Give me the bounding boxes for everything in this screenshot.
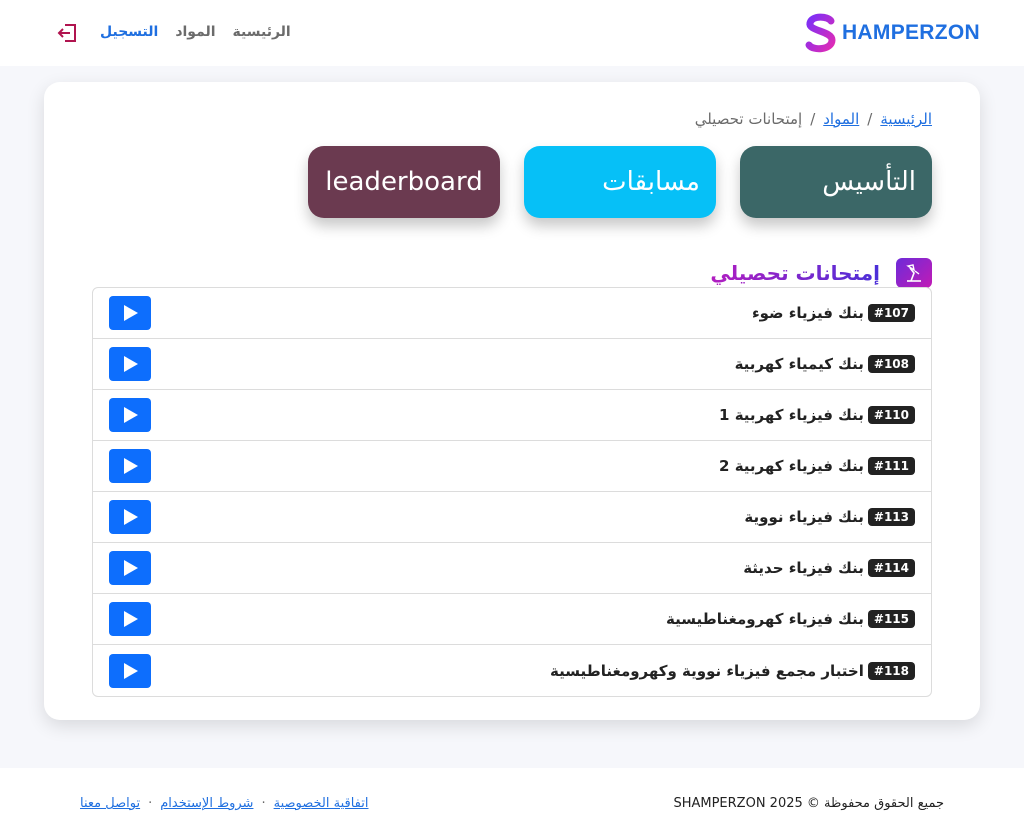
play-button[interactable] (109, 296, 151, 330)
brand-s-logo-icon (805, 13, 836, 53)
footer: جميع الحقوق محفوظة © SHAMPERZON 2025 اتف… (0, 768, 1024, 840)
section-header: إمتحانات تحصيلي (710, 258, 932, 288)
breadcrumb-current: إمتحانات تحصيلي (694, 110, 803, 128)
exam-row[interactable]: #118 اختبار مجمع فيزياء نووية وكهرومغناطي… (93, 645, 931, 696)
exam-label: #111 بنك فيزياء كهربية 2 (719, 457, 915, 475)
section-title: إمتحانات تحصيلي (710, 261, 880, 285)
play-icon (124, 560, 138, 576)
exam-label: #115 بنك فيزياء كهرومغناطيسية (666, 610, 915, 628)
play-button[interactable] (109, 602, 151, 636)
play-icon (124, 356, 138, 372)
brand-logo-link[interactable]: HAMPERZON (804, 13, 980, 53)
footer-link-contact[interactable]: تواصل معنا (80, 796, 140, 811)
breadcrumb-separator: / (810, 110, 816, 128)
exam-label: #110 بنك فيزياء كهربية 1 (719, 406, 915, 424)
play-icon (124, 509, 138, 525)
exam-row[interactable]: #108 بنك كيمياء كهربية (93, 339, 931, 390)
exam-row[interactable]: #114 بنك فيزياء حديثة (93, 543, 931, 594)
play-icon (124, 458, 138, 474)
nav-link-subjects[interactable]: المواد (175, 24, 215, 40)
play-icon (124, 662, 138, 679)
exam-number-badge: #107 (867, 304, 915, 322)
exam-list: #107 بنك فيزياء ضوء #108 بنك كيمياء كهربية #… (92, 287, 932, 697)
exam-number-badge: #110 (867, 406, 915, 424)
copyright-text: جميع الحقوق محفوظة © SHAMPERZON 2025 (673, 796, 944, 811)
breadcrumb-separator: / (867, 110, 873, 128)
exam-title: بنك فيزياء كهرومغناطيسية (665, 610, 864, 628)
exam-number-badge: #113 (867, 508, 915, 526)
exam-number-badge: #114 (867, 559, 915, 577)
nav-link-register[interactable]: التسجيل (100, 24, 158, 40)
play-button[interactable] (109, 551, 151, 585)
navbar: HAMPERZON الرئيسية المواد التسجيل (0, 0, 1024, 66)
lamp-icon (896, 258, 932, 288)
exam-number-badge: #111 (867, 457, 915, 475)
play-button[interactable] (109, 347, 151, 381)
exam-title: بنك فيزياء حديثة (743, 559, 864, 577)
exam-row[interactable]: #107 بنك فيزياء ضوء (93, 288, 931, 339)
exam-row[interactable]: #115 بنك فيزياء كهرومغناطيسية (93, 594, 931, 645)
category-tiles: التأسيس مسابقات leaderboard (308, 146, 932, 218)
exam-label: #108 بنك كيمياء كهربية (735, 355, 915, 373)
exam-title: بنك كيمياء كهربية (734, 355, 864, 373)
play-button[interactable] (109, 398, 151, 432)
exam-row[interactable]: #110 بنك فيزياء كهربية 1 (93, 390, 931, 441)
play-button[interactable] (109, 500, 151, 534)
exam-row[interactable]: #111 بنك فيزياء كهربية 2 (93, 441, 931, 492)
nav-links: الرئيسية المواد التسجيل (100, 20, 291, 44)
footer-link-privacy[interactable]: اتفاقية الخصوصية (274, 796, 369, 811)
footer-separator: · (261, 796, 266, 811)
breadcrumb-home[interactable]: الرئيسية (880, 110, 932, 128)
brand-name: HAMPERZON (841, 21, 980, 44)
tile-foundation[interactable]: التأسيس (740, 146, 932, 218)
exam-number-badge: #115 (867, 610, 915, 628)
exam-title: بنك فيزياء ضوء (751, 304, 864, 322)
play-icon (124, 611, 138, 627)
logout-icon[interactable] (56, 21, 80, 45)
exam-label: #113 بنك فيزياء نووية (744, 508, 915, 526)
play-button[interactable] (109, 653, 151, 688)
play-icon (124, 305, 138, 321)
breadcrumb: الرئيسية / المواد / إمتحانات تحصيلي (695, 108, 932, 130)
play-button[interactable] (109, 449, 151, 483)
breadcrumb-subjects[interactable]: المواد (823, 110, 859, 128)
main-card: الرئيسية / المواد / إمتحانات تحصيلي التأ… (44, 82, 980, 720)
nav-link-home[interactable]: الرئيسية (233, 24, 291, 40)
exam-number-badge: #118 (867, 661, 915, 680)
exam-title: بنك فيزياء نووية (744, 508, 864, 526)
exam-title: بنك فيزياء كهربية 1 (719, 406, 864, 424)
exam-label: #107 بنك فيزياء ضوء (752, 304, 915, 322)
play-icon (124, 407, 138, 423)
footer-link-terms[interactable]: شروط الإستخدام (160, 796, 253, 811)
tile-competitions[interactable]: مسابقات (524, 146, 716, 218)
exam-label: #118 اختبار مجمع فيزياء نووية وكهرومغناطي… (549, 661, 915, 680)
footer-separator: · (148, 796, 153, 811)
tile-leaderboard[interactable]: leaderboard (308, 146, 500, 218)
exam-number-badge: #108 (867, 355, 915, 373)
exam-label: #114 بنك فيزياء حديثة (743, 559, 915, 577)
exam-title: اختبار مجمع فيزياء نووية وكهرومغناطيسية (549, 661, 864, 680)
exam-title: بنك فيزياء كهربية 2 (719, 457, 864, 475)
footer-links: اتفاقية الخصوصية · شروط الإستخدام · تواص… (80, 796, 369, 811)
exam-row[interactable]: #113 بنك فيزياء نووية (93, 492, 931, 543)
